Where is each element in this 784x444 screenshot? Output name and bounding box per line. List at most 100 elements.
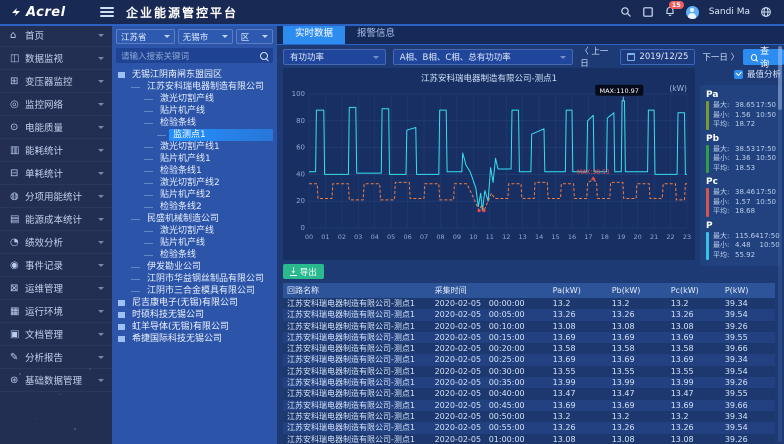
prev-day-button[interactable]: 〈 上一日: [580, 45, 613, 69]
sidebar-item[interactable]: ◎ 监控网络: [0, 93, 112, 116]
table-row[interactable]: 江苏安科瑞电器制造有限公司-测点1 2020-02-05 00:20:00 13…: [283, 343, 775, 354]
tree-node-label: 检验条线1: [156, 165, 206, 177]
date-picker[interactable]: 2019/12/25: [620, 49, 695, 65]
table-row[interactable]: 江苏安科瑞电器制造有限公司-测点1 2020-02-05 00:30:00 13…: [283, 366, 775, 377]
table-row[interactable]: 江苏安科瑞电器制造有限公司-测点1 2020-02-05 00:15:00 13…: [283, 332, 775, 343]
tree-node[interactable]: 江阴市华益钢丝制品有限公司: [116, 273, 273, 285]
chevron-down-icon: [98, 34, 104, 37]
sidebar-item[interactable]: ⊠ 运维管理: [0, 277, 112, 300]
tree-node[interactable]: 江阴市三合金模具有限公司: [116, 285, 273, 297]
table-row[interactable]: 江苏安科瑞电器制造有限公司-测点1 2020-02-05 00:50:00 13…: [283, 411, 775, 422]
header-actions: 15 Sandi Ma: [620, 6, 784, 19]
tree-node[interactable]: 时硕科技无锡公司: [116, 309, 273, 321]
tree-node[interactable]: 贴片机产线1: [116, 153, 273, 165]
tree-node[interactable]: 激光切割产线: [116, 93, 273, 105]
tree-node[interactable]: 检验条线: [116, 249, 273, 261]
sidebar-item[interactable]: ⊞ 变压器监控: [0, 70, 112, 93]
sidebar-item[interactable]: ⌂ 首页: [0, 24, 112, 47]
cell-date: 2020-02-05: [431, 377, 485, 388]
sidebar-item[interactable]: ▥ 能耗统计: [0, 139, 112, 162]
province-select[interactable]: 江苏省: [116, 29, 175, 44]
tree-node[interactable]: 尼吉康电子(无锡)有限公司: [116, 297, 273, 309]
cell-time: 00:35:00: [485, 377, 549, 388]
table-row[interactable]: 江苏安科瑞电器制造有限公司-测点1 2020-02-05 00:10:00 13…: [283, 321, 775, 332]
table-row[interactable]: 江苏安科瑞电器制造有限公司-测点1 2020-02-05 00:25:00 13…: [283, 354, 775, 365]
table-row[interactable]: 江苏安科瑞电器制造有限公司-测点1 2020-02-05 00:35:00 13…: [283, 377, 775, 388]
tree-node[interactable]: 江苏安科瑞电器制造有限公司: [116, 81, 273, 93]
tree-node[interactable]: 激光切割产线: [116, 225, 273, 237]
max-min-analysis-toggle[interactable]: 最值分析: [700, 68, 781, 80]
cell-pb: 13.69: [608, 400, 667, 411]
scrollbar-thumb[interactable]: [778, 46, 782, 110]
tree-node[interactable]: 检验条线: [116, 117, 273, 129]
tree-node[interactable]: 激光切割产线2: [116, 177, 273, 189]
tree-node[interactable]: 虹羊导体(无锡)有限公司: [116, 321, 273, 333]
table-row[interactable]: 江苏安科瑞电器制造有限公司-测点1 2020-02-05 01:00:00 13…: [283, 434, 775, 444]
tree-node[interactable]: 伊发勘业公司: [116, 261, 273, 273]
phase-select[interactable]: A相、B相、C相、总有功功率: [393, 49, 574, 65]
chevron-down-icon: [373, 56, 379, 59]
power-type-select[interactable]: 有功功率: [283, 49, 386, 65]
tab-alarm-info[interactable]: 报警信息: [345, 24, 407, 44]
tree-node[interactable]: 监测点1: [116, 129, 273, 141]
magnifier-icon: [751, 54, 757, 61]
table-row[interactable]: 江苏安科瑞电器制造有限公司-测点1 2020-02-05 00:00:00 13…: [283, 298, 775, 309]
cell-pa: 13.26: [549, 309, 608, 320]
export-button[interactable]: ↓ 导出: [283, 264, 324, 279]
tree-node[interactable]: 检验条线1: [116, 165, 273, 177]
sidebar-item[interactable]: ◉ 事件记录: [0, 254, 112, 277]
sidebar-item[interactable]: ✎ 分析报告: [0, 346, 112, 369]
sidebar-item[interactable]: ◫ 数据监视: [0, 47, 112, 70]
cell-circuit-name: 江苏安科瑞电器制造有限公司-测点1: [283, 343, 431, 354]
svg-text:15: 15: [551, 233, 559, 241]
tree-node[interactable]: 激光切割产线1: [116, 141, 273, 153]
brand-logo[interactable]: Acrel: [0, 5, 98, 20]
svg-text:21: 21: [650, 233, 658, 241]
avatar[interactable]: [686, 6, 699, 19]
cell-date: 2020-02-05: [431, 354, 485, 365]
notifications[interactable]: 15: [664, 6, 676, 18]
sidebar-item[interactable]: ⊛ 基础数据管理: [0, 369, 112, 392]
tree-node[interactable]: 无锡江阴南闸东盟园区: [116, 69, 273, 81]
sidebar-item[interactable]: ▣ 文档管理: [0, 323, 112, 346]
sidebar-item[interactable]: ⊟ 单耗统计: [0, 162, 112, 185]
username[interactable]: Sandi Ma: [709, 7, 750, 17]
tab-realtime-data[interactable]: 实时数据: [283, 24, 345, 44]
chevron-down-icon: [98, 218, 104, 221]
sidebar-item[interactable]: ▤ 能源成本统计: [0, 208, 112, 231]
tree-node[interactable]: 贴片机产线2: [116, 189, 273, 201]
table-row[interactable]: 江苏安科瑞电器制造有限公司-测点1 2020-02-05 00:45:00 13…: [283, 400, 775, 411]
table-row[interactable]: 江苏安科瑞电器制造有限公司-测点1 2020-02-05 00:55:00 13…: [283, 422, 775, 433]
sidebar-item[interactable]: ⊙ 电能质量: [0, 116, 112, 139]
sidebar-item[interactable]: ▦ 运行环境: [0, 300, 112, 323]
sidebar-item[interactable]: ◔ 绩效分析: [0, 231, 112, 254]
tree-search-input[interactable]: [121, 51, 260, 61]
vertical-scrollbar[interactable]: [778, 46, 782, 442]
chevron-down-icon: [164, 35, 170, 38]
series-color-bar: [706, 101, 709, 130]
tree-node-label: 时硕科技无锡公司: [128, 309, 208, 321]
globe-icon[interactable]: [760, 6, 772, 18]
district-select[interactable]: 区: [236, 29, 273, 44]
sidebar-item[interactable]: ◍ 分项用能统计: [0, 185, 112, 208]
table-row[interactable]: 江苏安科瑞电器制造有限公司-测点1 2020-02-05 00:40:00 13…: [283, 388, 775, 399]
table-row[interactable]: 江苏安科瑞电器制造有限公司-测点1 2020-02-05 00:05:00 13…: [283, 309, 775, 320]
tree-node[interactable]: 民盛机械制造公司: [116, 213, 273, 225]
tree-node-label: 虹羊导体(无锡)有限公司: [128, 321, 233, 333]
fullscreen-icon[interactable]: [642, 6, 654, 18]
cell-p: 39.55: [721, 332, 775, 343]
stat-min: 4.48: [735, 241, 760, 251]
power-line-chart[interactable]: 0001020304050607080910111213141516171819…: [283, 80, 695, 256]
sidebar-item-icon: ⊙: [10, 122, 25, 133]
tree-connector: [131, 219, 140, 220]
next-day-button[interactable]: 下一日 〉: [702, 51, 735, 63]
hamburger-icon[interactable]: [100, 7, 114, 17]
tree-node[interactable]: 希捷国际科技无锡公司: [116, 333, 273, 345]
search-icon[interactable]: [620, 6, 632, 18]
city-select[interactable]: 无锡市: [178, 29, 233, 44]
search-icon[interactable]: [260, 52, 268, 60]
tree-node[interactable]: 检验条线2: [116, 201, 273, 213]
tree-node[interactable]: 贴片机产线: [116, 105, 273, 117]
tree-connector: [144, 231, 153, 232]
tree-node[interactable]: 贴片机产线: [116, 237, 273, 249]
